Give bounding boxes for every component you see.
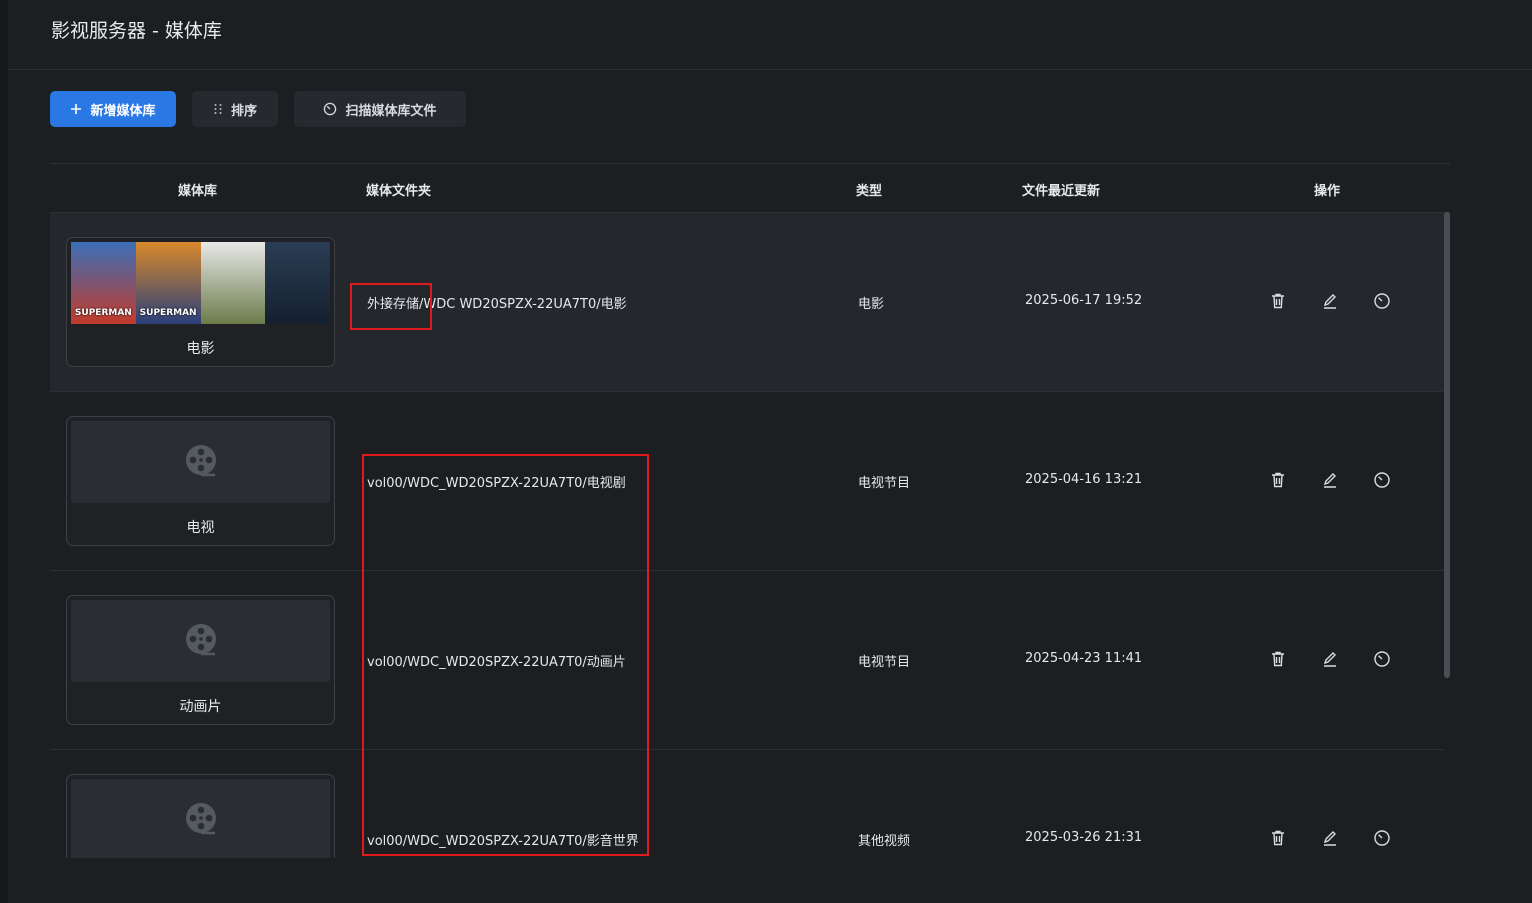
row-actions — [1268, 828, 1392, 848]
edit-icon[interactable] — [1320, 291, 1340, 311]
column-header-type: 类型 — [856, 184, 883, 199]
column-header-updated: 文件最近更新 — [1022, 184, 1101, 199]
row-actions — [1268, 470, 1392, 490]
library-type: 电视节目 — [858, 655, 911, 670]
folder-path: 外接存储/WDC WD20SPZX-22UA7T0/电影 — [367, 297, 627, 312]
updated-time: 2025-03-26 21:31 — [1025, 830, 1143, 845]
updated-time: 2025-06-17 19:52 — [1025, 293, 1143, 308]
film-reel-icon — [184, 622, 218, 660]
library-type: 其他视频 — [858, 834, 911, 849]
thumbnail-placeholder — [71, 779, 330, 858]
scan-library-label: 扫描媒体库文件 — [345, 103, 437, 119]
left-edge-strip — [0, 0, 8, 903]
updated-time: 2025-04-23 11:41 — [1025, 651, 1143, 666]
poster-image — [200, 242, 266, 324]
film-reel-icon — [184, 443, 218, 481]
table-row[interactable]: 电视 vol00/WDC_WD20SPZX-22UA7T0/电视剧 电视节目 2… — [50, 392, 1444, 571]
poster-image: SUPERMAN — [71, 242, 136, 324]
table-row[interactable]: 动画片 vol00/WDC_WD20SPZX-22UA7T0/动画片 电视节目 … — [50, 571, 1444, 750]
row-actions — [1268, 291, 1392, 311]
library-card[interactable]: SUPERMAN SUPERMAN 电影 — [66, 237, 335, 367]
toolbar: 新增媒体库 排序 扫描媒体库文件 — [50, 91, 466, 127]
edit-icon[interactable] — [1320, 470, 1340, 490]
add-library-button[interactable]: 新增媒体库 — [50, 91, 176, 127]
column-header-library: 媒体库 — [178, 184, 218, 199]
sort-button[interactable]: 排序 — [192, 91, 278, 127]
table-header: 媒体库 媒体文件夹 类型 文件最近更新 操作 — [50, 163, 1450, 213]
media-library-table: 媒体库 媒体文件夹 类型 文件最近更新 操作 SUPERMAN SUPERMAN… — [50, 163, 1450, 858]
scan-icon — [323, 102, 337, 116]
poster-title: SUPERMAN — [74, 308, 132, 318]
edit-icon[interactable] — [1320, 649, 1340, 669]
thumbnail-placeholder — [71, 600, 330, 682]
plus-icon — [70, 103, 82, 115]
column-header-actions: 操作 — [1314, 184, 1341, 199]
scan-icon[interactable] — [1372, 649, 1392, 669]
table-row[interactable]: vol00/WDC_WD20SPZX-22UA7T0/影音世界 其他视频 202… — [50, 750, 1444, 858]
trash-icon[interactable] — [1268, 291, 1288, 311]
poster-title: SUPERMAN — [139, 308, 197, 318]
library-card[interactable]: 电视 — [66, 416, 335, 546]
library-type: 电影 — [858, 297, 885, 312]
page-title: 影视服务器 - 媒体库 — [51, 20, 222, 42]
table-row[interactable]: SUPERMAN SUPERMAN 电影 外接存储/WDC WD20SPZX-2… — [50, 213, 1444, 392]
library-type: 电视节目 — [858, 476, 911, 491]
thumbnail-placeholder — [71, 421, 330, 503]
scan-icon[interactable] — [1372, 828, 1392, 848]
scan-icon[interactable] — [1372, 291, 1392, 311]
row-actions — [1268, 649, 1392, 669]
poster-collage: SUPERMAN SUPERMAN — [71, 242, 330, 324]
table-scrollbar[interactable] — [1444, 212, 1450, 678]
trash-icon[interactable] — [1268, 828, 1288, 848]
library-name: 电影 — [186, 341, 215, 357]
scan-library-button[interactable]: 扫描媒体库文件 — [294, 91, 466, 127]
library-name: 电视 — [186, 520, 215, 536]
library-card[interactable] — [66, 774, 335, 858]
library-card[interactable]: 动画片 — [66, 595, 335, 725]
trash-icon[interactable] — [1268, 470, 1288, 490]
app-header: 影视服务器 - 媒体库 — [8, 0, 1532, 70]
film-reel-icon — [184, 801, 218, 839]
add-library-label: 新增媒体库 — [90, 103, 156, 119]
poster-image — [265, 242, 330, 324]
trash-icon[interactable] — [1268, 649, 1288, 669]
sort-label: 排序 — [230, 103, 257, 119]
folder-path: vol00/WDC_WD20SPZX-22UA7T0/动画片 — [367, 655, 626, 670]
column-header-folder: 媒体文件夹 — [366, 184, 432, 199]
library-name: 动画片 — [179, 699, 222, 715]
drag-dots-icon — [213, 103, 223, 115]
scan-icon[interactable] — [1372, 470, 1392, 490]
folder-path: vol00/WDC_WD20SPZX-22UA7T0/电视剧 — [367, 476, 626, 491]
folder-path: vol00/WDC_WD20SPZX-22UA7T0/影音世界 — [367, 834, 639, 849]
edit-icon[interactable] — [1320, 828, 1340, 848]
updated-time: 2025-04-16 13:21 — [1025, 472, 1143, 487]
poster-image: SUPERMAN — [135, 242, 201, 324]
